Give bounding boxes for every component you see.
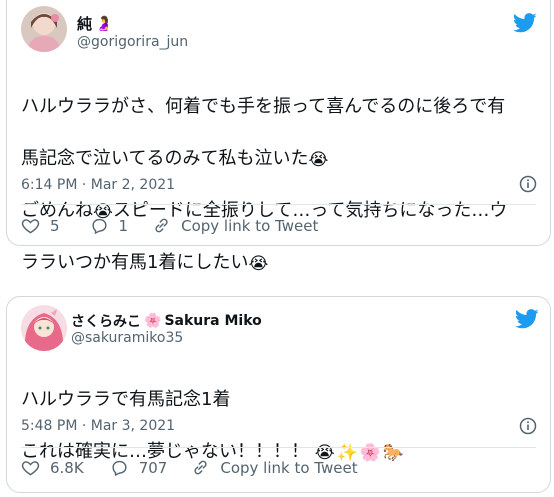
tweet-card[interactable]: さくらみこ 🌸 Sakura Miko @sakuramiko35 ハルウララで… (6, 296, 551, 493)
link-icon (155, 218, 168, 233)
tweet-text-line: ハルウララがさ、何着でも手を振って喜んでるのに後ろで有 (21, 96, 506, 117)
reply-count: 707 (138, 458, 168, 477)
reply-icon (92, 218, 107, 235)
like-count: 5 (50, 216, 60, 235)
cherry-blossom-emoji: 🌸 (144, 313, 162, 329)
copy-link-button[interactable]: Copy link to Tweet (191, 458, 358, 477)
reply-button[interactable]: 707 (110, 458, 168, 477)
twitter-bird-icon[interactable] (515, 309, 539, 329)
heart-icon (21, 461, 40, 476)
copy-link-label: Copy link to Tweet (220, 458, 358, 477)
reply-count: 1 (118, 216, 129, 235)
tweet-text-line: ハルウララで有馬記念1着 (21, 389, 231, 410)
heart-icon (21, 219, 40, 234)
tweet-timestamp[interactable]: 6:14 PM · Mar 2, 2021 (21, 177, 175, 193)
info-icon[interactable] (519, 175, 537, 193)
avatar[interactable] (21, 305, 67, 351)
info-icon[interactable] (519, 417, 537, 435)
reply-button[interactable]: 1 (90, 216, 129, 235)
divider (21, 204, 536, 205)
user-handle[interactable]: @sakuramiko35 (71, 330, 183, 346)
tweet-timestamp[interactable]: 5:48 PM · Mar 3, 2021 (21, 418, 175, 434)
display-name-emoji: 🤰 (95, 15, 113, 32)
tweet-actions: 6.8K 707 Copy link to Tweet (21, 458, 358, 477)
copy-link-button[interactable]: Copy link to Tweet (152, 216, 318, 235)
like-button[interactable]: 6.8K (21, 458, 84, 477)
reply-icon (112, 460, 127, 477)
divider (21, 447, 536, 448)
tweet-card[interactable]: 純 🤰 @gorigorira_jun ハルウララがさ、何着でも手を振って喜んで… (6, 0, 551, 273)
tweet-text-line: ララいつか有馬1着にしたい (21, 252, 249, 273)
user-handle[interactable]: @gorigorira_jun (77, 34, 188, 50)
crying-emoji: 😭 (308, 150, 329, 170)
like-button[interactable]: 5 (21, 216, 60, 235)
display-name[interactable]: さくらみこ (71, 311, 141, 331)
avatar[interactable] (21, 6, 67, 52)
like-count: 6.8K (50, 458, 84, 477)
display-name[interactable]: 純 (77, 13, 92, 34)
link-icon (194, 460, 207, 475)
display-name-en[interactable]: Sakura Miko (164, 313, 261, 329)
twitter-bird-icon[interactable] (513, 13, 537, 33)
tweet-text-line: 馬記念で泣いてるのみて私も泣いた (21, 148, 309, 169)
copy-link-label: Copy link to Tweet (181, 216, 319, 235)
crying-emoji: 😭 (248, 254, 269, 274)
tweet-actions: 5 1 Copy link to Tweet (21, 216, 318, 235)
